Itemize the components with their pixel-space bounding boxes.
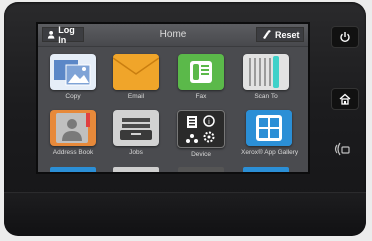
app-gallery-label: Xerox® App Gallery	[241, 149, 299, 156]
user-icon	[47, 30, 55, 39]
device-label: Device	[191, 151, 211, 158]
jobs-app-tile[interactable]: Jobs	[111, 110, 161, 156]
address-book-icon	[50, 110, 96, 146]
address-book-label: Address Book	[52, 149, 94, 156]
envelope-icon	[112, 54, 160, 90]
email-app-tile[interactable]: Email	[111, 54, 161, 100]
home-button[interactable]	[331, 88, 359, 110]
nfc-icon	[334, 142, 350, 156]
next-row-tile-2	[113, 167, 159, 172]
home-icon	[339, 93, 351, 105]
fax-label: Fax	[195, 93, 207, 100]
device-app-tile[interactable]: i Device	[176, 110, 226, 158]
login-button[interactable]: Log In	[42, 24, 84, 45]
header-bar: Log In Home Reset	[38, 24, 308, 47]
page-title: Home	[159, 29, 187, 40]
jobs-label: Jobs	[129, 149, 143, 156]
reset-button[interactable]: Reset	[256, 27, 304, 42]
scan-to-label: Scan To	[254, 93, 278, 100]
nfc-area[interactable]	[331, 139, 353, 159]
eraser-icon	[263, 30, 271, 39]
copy-app-tile[interactable]: Copy	[48, 54, 98, 100]
power-icon	[340, 32, 350, 43]
reset-label: Reset	[275, 29, 300, 40]
email-label: Email	[127, 93, 145, 100]
login-label: Log In	[58, 24, 75, 45]
fax-icon	[178, 54, 224, 90]
next-row-tile-4	[243, 167, 289, 172]
next-row-tile-3	[178, 167, 224, 172]
scan-to-app-tile[interactable]: Scan To	[241, 54, 291, 100]
fax-app-tile[interactable]: Fax	[176, 54, 226, 100]
tray-icon	[113, 110, 159, 146]
app-gallery-icon	[246, 110, 292, 146]
copy-label: Copy	[65, 93, 81, 100]
power-button[interactable]	[331, 26, 359, 48]
scanner-icon	[243, 54, 289, 90]
address-book-app-tile[interactable]: Address Book	[48, 110, 98, 156]
next-row-tile-1	[50, 167, 96, 172]
svg-text:i: i	[208, 118, 210, 126]
device-icon: i	[177, 110, 225, 148]
touch-screen: Log In Home Reset Copy Email Fax Scan To…	[36, 22, 310, 174]
app-gallery-tile[interactable]: Xerox® App Gallery	[241, 110, 299, 156]
panel-lower-bezel	[4, 192, 366, 236]
copy-icon	[50, 54, 96, 90]
